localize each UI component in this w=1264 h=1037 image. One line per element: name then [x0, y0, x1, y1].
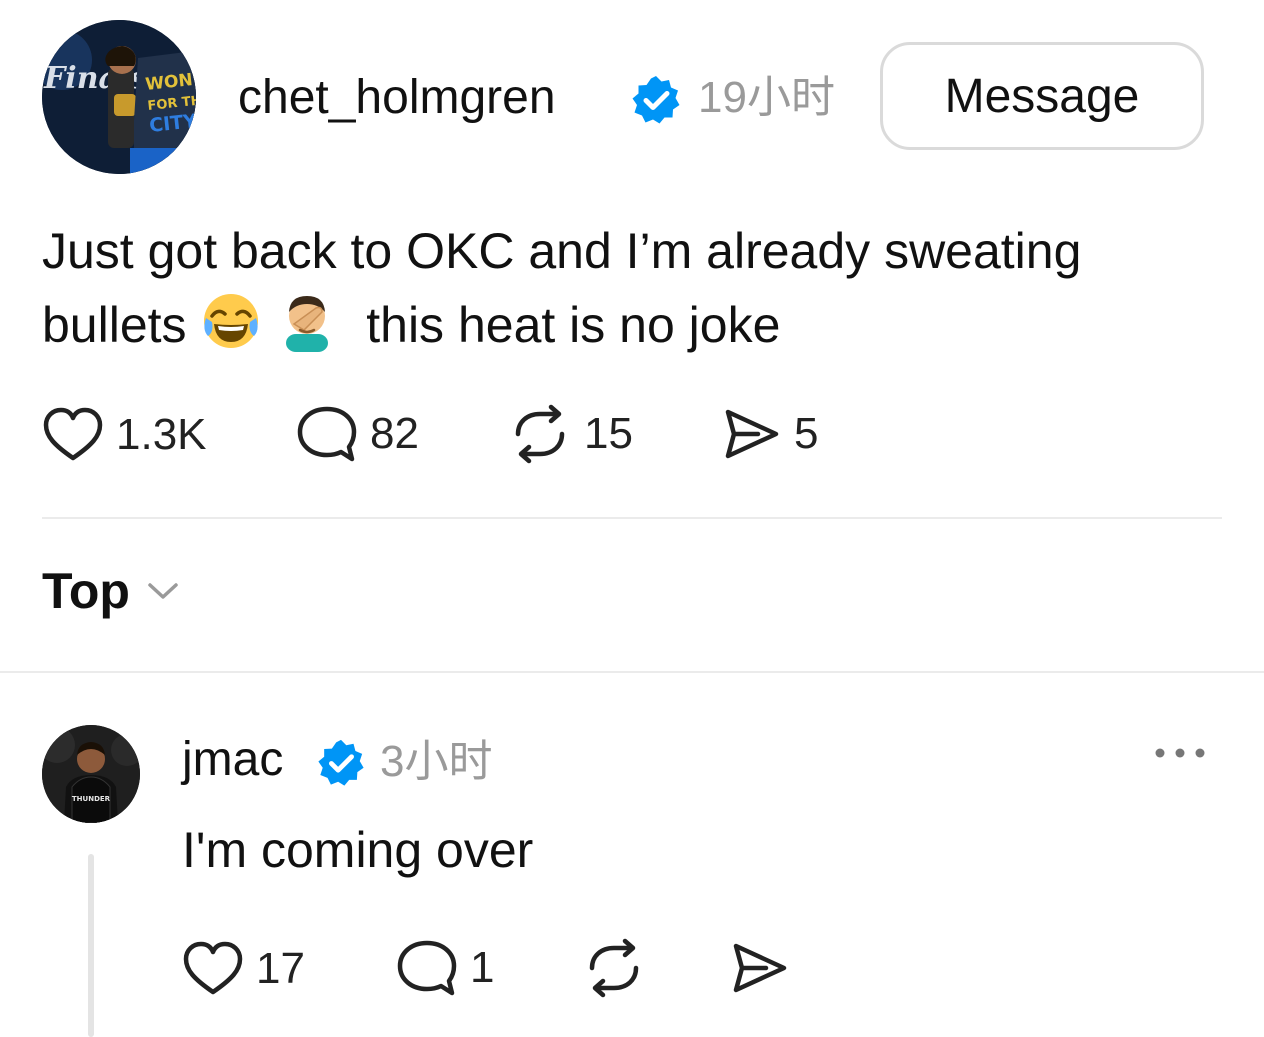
- repost-button[interactable]: 15: [508, 404, 633, 464]
- reply-like-button[interactable]: 17: [182, 940, 305, 998]
- svg-text:CITY: CITY: [148, 110, 196, 137]
- face-with-tears-of-joy-icon: [200, 290, 262, 352]
- reply-repost-button[interactable]: [582, 938, 646, 998]
- avatar-image: Finals WON FOR THE CITY: [42, 20, 196, 174]
- post-author-username[interactable]: chet_holmgren: [238, 74, 556, 122]
- reply-timestamp: 3小时: [380, 737, 493, 786]
- post-author-avatar[interactable]: Finals WON FOR THE CITY: [42, 20, 196, 174]
- share-icon: [733, 943, 787, 993]
- like-count: 1.3K: [116, 410, 207, 459]
- thread-line: [88, 854, 94, 1037]
- repost-count: 15: [584, 409, 633, 458]
- share-count: 5: [794, 409, 819, 458]
- reply-comment-count: 1: [470, 943, 495, 992]
- comment-icon: [297, 406, 357, 462]
- post-timestamp: 19小时: [698, 73, 835, 122]
- divider: [0, 671, 1264, 673]
- reply-author-avatar[interactable]: THUNDER: [42, 725, 140, 823]
- comment-icon: [397, 940, 457, 996]
- sort-dropdown[interactable]: Top: [42, 566, 180, 616]
- comment-button[interactable]: 82: [296, 404, 419, 464]
- share-icon: [725, 409, 779, 459]
- reply-like-count: 17: [256, 944, 305, 993]
- reply-text: I'm coming over: [182, 822, 534, 878]
- sort-label: Top: [42, 563, 130, 619]
- reply-author-username[interactable]: jmac: [182, 736, 283, 784]
- chevron-down-icon: [148, 583, 178, 599]
- reply-share-button[interactable]: [730, 938, 790, 998]
- avatar-image: THUNDER: [42, 725, 140, 823]
- post-text: Just got back to OKC and I’m already swe…: [42, 214, 1192, 362]
- verified-badge-icon: [316, 738, 366, 788]
- message-button[interactable]: Message: [880, 42, 1204, 150]
- man-facepalming-icon: [276, 290, 338, 352]
- reply-comment-button[interactable]: 1: [396, 938, 494, 998]
- post-text-tail: this heat is no joke: [366, 297, 781, 353]
- share-button[interactable]: 5: [722, 404, 818, 464]
- like-button[interactable]: 1.3K: [42, 406, 207, 464]
- avatar-thunder-text: THUNDER: [72, 795, 111, 803]
- repost-icon: [515, 404, 565, 464]
- more-options-icon[interactable]: [1152, 730, 1208, 776]
- comment-count: 82: [370, 409, 419, 458]
- verified-badge-icon: [630, 74, 682, 126]
- heart-icon: [183, 941, 243, 995]
- repost-icon: [589, 938, 639, 998]
- divider: [42, 517, 1222, 519]
- heart-icon: [43, 407, 103, 461]
